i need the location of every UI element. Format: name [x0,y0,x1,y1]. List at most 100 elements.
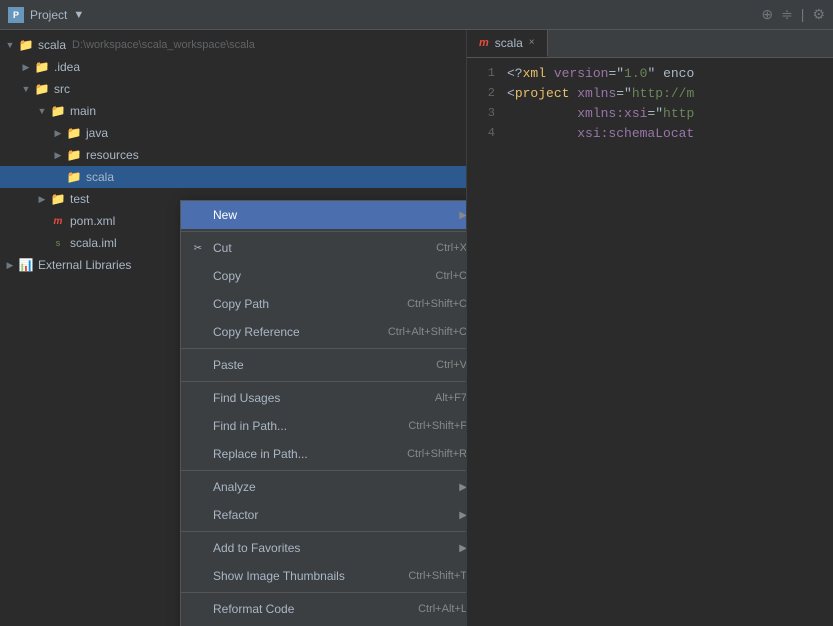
java-label: java [86,126,108,140]
editor-tab-scala[interactable]: m scala × [467,30,548,57]
src-folder-icon: 📁 [34,83,50,95]
tab-filename: scala [495,36,523,50]
pom-icon: m [50,215,66,227]
main-arrow: ▼ [36,105,48,117]
replace-path-icon [189,445,207,463]
tab-close-button[interactable]: × [529,37,535,48]
code-line-4: 4 xsi:schemaLocat [467,126,833,146]
code-text-4: xsi:schemaLocat [507,126,694,141]
test-label: test [70,192,89,206]
analyze-arrow: ▶ [459,482,467,493]
paste-icon [189,356,207,374]
scala-dir-arrow [52,171,64,183]
code-text-1: <?xml version="1.0" enco [507,66,694,81]
divider: | [801,6,805,23]
copy-path-icon [189,295,207,313]
divider-3 [181,381,467,382]
context-menu-copy-path[interactable]: Copy Path Ctrl+Shift+C [181,290,467,318]
collapse-icon[interactable]: ≑ [781,6,793,23]
context-menu: New ▶ ✂ Cut Ctrl+X Copy Ctrl+C Copy Path… [180,200,467,626]
pom-spacer [36,215,48,227]
src-label: src [54,82,70,96]
title-bar: P Project ▼ ⊕ ≑ | ⚙ [0,0,833,30]
tab-scala-icon: m [479,37,489,49]
project-dropdown-arrow[interactable]: ▼ [73,9,84,21]
scala-dir-label: scala [86,170,114,184]
context-menu-copy-ref[interactable]: Copy Reference Ctrl+Alt+Shift+C [181,318,467,346]
code-line-2: 2 <project xmlns="http://m [467,86,833,106]
line-num-3: 3 [467,106,507,120]
project-label: Project [30,8,67,22]
reformat-icon [189,600,207,618]
tree-item-idea[interactable]: ▶ 📁 .idea [0,56,466,78]
scala-folder-icon: 📁 [66,171,82,183]
editor-tabs: m scala × [467,30,833,58]
context-menu-add-favorites[interactable]: Add to Favorites ▶ [181,534,467,562]
context-menu-refactor[interactable]: Refactor ▶ [181,501,467,529]
root-folder-icon: 📁 [18,39,34,51]
idea-folder-icon: 📁 [34,61,50,73]
title-bar-actions: ⊕ ≑ | ⚙ [761,6,825,23]
context-menu-cut[interactable]: ✂ Cut Ctrl+X [181,234,467,262]
context-menu-replace-path[interactable]: Replace in Path... Ctrl+Shift+R [181,440,467,468]
project-sidebar: ▼ 📁 scala D:\workspace\scala_workspace\s… [0,30,467,626]
code-line-1: 1 <?xml version="1.0" enco [467,66,833,86]
resources-label: resources [86,148,139,162]
add-fav-arrow: ▶ [459,543,467,554]
code-text-2: <project xmlns="http://m [507,86,694,101]
ext-libs-icon: 📊 [18,259,34,271]
divider-6 [181,592,467,593]
ext-libs-label: External Libraries [38,258,131,272]
resources-folder-icon: 📁 [66,149,82,161]
main-layout: ▼ 📁 scala D:\workspace\scala_workspace\s… [0,30,833,626]
line-num-2: 2 [467,86,507,100]
divider-2 [181,348,467,349]
thumbnails-icon [189,567,207,585]
context-menu-paste[interactable]: Paste Ctrl+V [181,351,467,379]
iml-spacer [36,237,48,249]
divider-5 [181,531,467,532]
tree-item-main[interactable]: ▼ 📁 main [0,100,466,122]
tree-root[interactable]: ▼ 📁 scala D:\workspace\scala_workspace\s… [0,34,466,56]
context-menu-reformat[interactable]: Reformat Code Ctrl+Alt+L [181,595,467,623]
copy-ref-icon [189,323,207,341]
root-path: D:\workspace\scala_workspace\scala [72,39,255,51]
tree-item-resources[interactable]: ▶ 📁 resources [0,144,466,166]
new-arrow: ▶ [459,210,467,221]
context-menu-analyze[interactable]: Analyze ▶ [181,473,467,501]
ext-libs-arrow: ▶ [4,259,16,271]
main-folder-icon: 📁 [50,105,66,117]
context-menu-show-thumbnails[interactable]: Show Image Thumbnails Ctrl+Shift+T [181,562,467,590]
project-panel-header: P Project ▼ [8,7,84,23]
find-usages-icon [189,389,207,407]
src-arrow: ▼ [20,83,32,95]
root-label: scala [38,38,66,52]
add-favorites-icon [189,539,207,557]
context-menu-new[interactable]: New ▶ [181,201,467,229]
divider-1 [181,231,467,232]
settings-icon[interactable]: ⚙ [812,6,825,23]
resources-arrow: ▶ [52,149,64,161]
tree-item-src[interactable]: ▼ 📁 src [0,78,466,100]
context-menu-find-path[interactable]: Find in Path... Ctrl+Shift+F [181,412,467,440]
tree-item-java[interactable]: ▶ 📁 java [0,122,466,144]
refactor-icon [189,506,207,524]
context-menu-find-usages[interactable]: Find Usages Alt+F7 [181,384,467,412]
editor-content: 1 <?xml version="1.0" enco 2 <project xm… [467,58,833,626]
main-label: main [70,104,96,118]
refactor-arrow: ▶ [459,510,467,521]
tree-item-scala[interactable]: 📁 scala [0,166,466,188]
test-arrow: ▶ [36,193,48,205]
test-folder-icon: 📁 [50,193,66,205]
analyze-icon [189,478,207,496]
new-icon [189,206,207,224]
code-line-3: 3 xmlns:xsi="http [467,106,833,126]
copy-icon [189,267,207,285]
idea-arrow: ▶ [20,61,32,73]
find-path-icon [189,417,207,435]
line-num-4: 4 [467,126,507,140]
idea-label: .idea [54,60,80,74]
divider-4 [181,470,467,471]
sync-icon[interactable]: ⊕ [761,6,773,23]
context-menu-copy[interactable]: Copy Ctrl+C [181,262,467,290]
